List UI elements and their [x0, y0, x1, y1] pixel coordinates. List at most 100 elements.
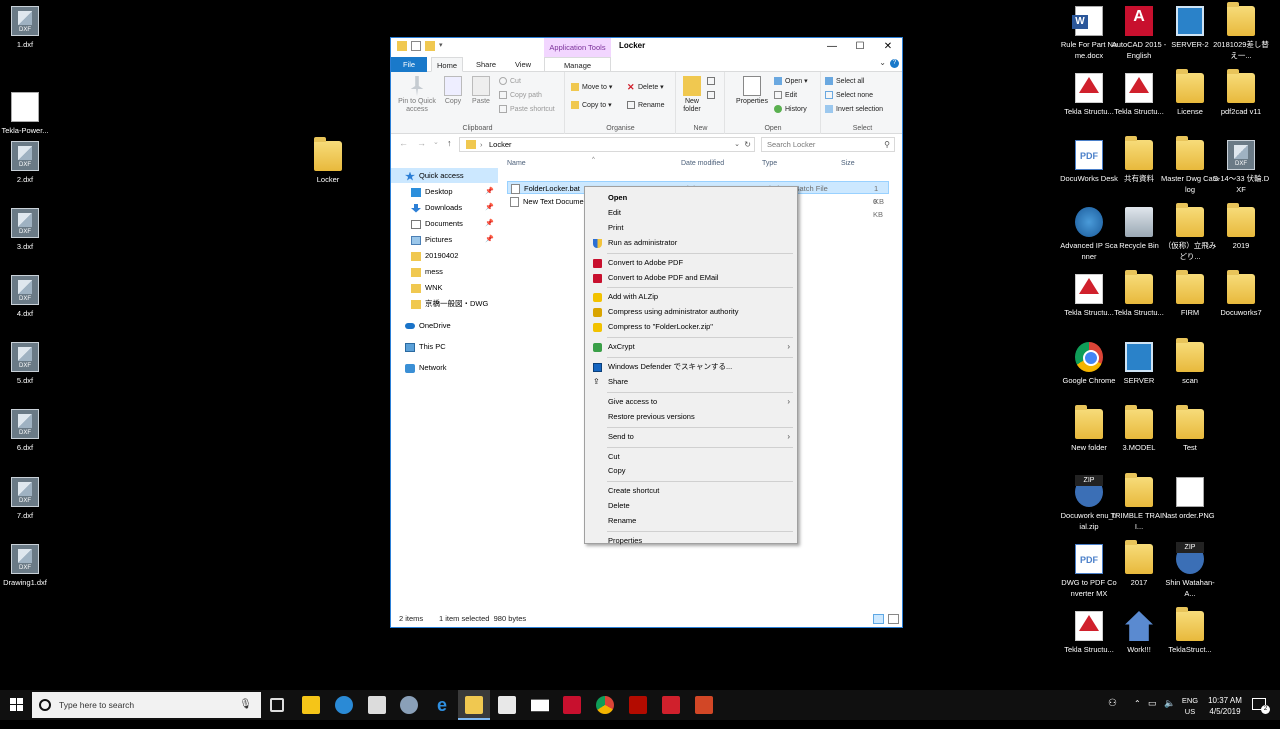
desktop-icon-trimble-traini[interactable]: TRIMBLE TRAINI...	[1110, 473, 1168, 532]
properties-button[interactable]: Properties	[734, 76, 770, 106]
sticky-notes-icon[interactable]	[302, 696, 320, 714]
select-none-button[interactable]: Select none	[825, 90, 873, 102]
desktop-icon-2017[interactable]: 2017	[1110, 540, 1168, 588]
move-to-button[interactable]: Move to ▾	[571, 82, 612, 94]
desktop-icon-recycle-bin[interactable]: Recycle Bin	[1110, 207, 1168, 251]
nav-item-documents[interactable]: Documents 📌	[391, 216, 498, 231]
task-view-icon[interactable]	[270, 698, 284, 712]
mail-icon[interactable]	[531, 699, 549, 712]
forward-arrow-icon[interactable]: →	[417, 138, 426, 148]
menu-item-compress-using-administrator-authority[interactable]: Compress using administrator authority	[587, 305, 795, 319]
tab-manage[interactable]: Manage	[544, 57, 611, 72]
up-arrow-icon[interactable]: ↑	[447, 138, 452, 148]
people-icon[interactable]: ⚇	[1108, 698, 1117, 728]
desktop-icon-pdf2cad-v11[interactable]: pdf2cad v11	[1212, 69, 1270, 117]
network-icon[interactable]: ▭	[1148, 698, 1157, 728]
help-icon[interactable]: ?	[890, 59, 899, 68]
pin-icon[interactable]: 📌	[485, 184, 494, 199]
edit-button[interactable]: Edit	[774, 90, 797, 102]
desktop-icon-3-model[interactable]: 3.MODEL	[1110, 405, 1168, 453]
menu-item-convert-to-adobe-pdf[interactable]: Convert to Adobe PDF	[587, 256, 795, 270]
desktop-icon-s-14-33-dxf[interactable]: S-14～33 伏輪.DXF	[1212, 140, 1270, 195]
tab-share[interactable]: Share	[471, 57, 501, 72]
customize-toolbar-icon[interactable]: ▾	[439, 41, 449, 51]
powerpoint-icon[interactable]	[695, 696, 713, 714]
menu-item-send-to[interactable]: Send to ›	[587, 430, 795, 444]
nav-item-pictures[interactable]: Pictures 📌	[391, 232, 498, 247]
desktop-icon-autocad-2015-english[interactable]: AutoCAD 2015 - English	[1110, 6, 1168, 61]
nav-item-quick-access[interactable]: Quick access	[391, 168, 498, 183]
menu-item-print[interactable]: Print	[587, 221, 795, 235]
desktop-icon-item[interactable]: 共有資料	[1110, 136, 1168, 184]
store-icon[interactable]	[498, 696, 516, 714]
nav-item-desktop[interactable]: Desktop 📌	[391, 184, 498, 199]
pin-icon[interactable]: 📌	[485, 232, 494, 247]
file-explorer-icon[interactable]	[465, 696, 483, 714]
desktop-icon-test[interactable]: Test	[1161, 405, 1219, 453]
rename-button[interactable]: Rename	[627, 100, 664, 112]
breadcrumb-locker[interactable]: Locker	[489, 140, 512, 149]
desktop-icon-license[interactable]: License	[1161, 69, 1219, 117]
copy-path-button[interactable]: Copy path	[499, 90, 542, 102]
desktop-icon-work[interactable]: Work!!!	[1110, 611, 1168, 655]
desktop-icon-1-dxf[interactable]: 1.dxf	[0, 6, 54, 50]
nav-item-onedrive[interactable]: OneDrive	[391, 318, 498, 333]
desktop-icon-3-dxf[interactable]: 3.dxf	[0, 208, 54, 252]
edge-icon[interactable]: e	[433, 696, 451, 714]
desktop-icon-server[interactable]: SERVER	[1110, 342, 1168, 386]
chevron-up-icon[interactable]: ⌃	[1134, 699, 1141, 729]
menu-item-windows-defender[interactable]: Windows Defender でスキャンする...	[587, 360, 795, 374]
acrobat-icon[interactable]	[629, 696, 647, 714]
desktop-icon-item[interactable]: （仮称）立飛みどり...	[1161, 203, 1219, 262]
history-button[interactable]: History	[774, 104, 807, 116]
teamviewer-icon[interactable]	[335, 696, 353, 714]
easy-access-icon[interactable]	[707, 90, 718, 102]
desktop-icon-tekla-power[interactable]: Tekla-Power...	[0, 92, 54, 136]
nav-item-wnk[interactable]: WNK	[391, 280, 498, 295]
column-header-name[interactable]: Name ^	[507, 157, 595, 167]
column-header-size[interactable]: Size	[841, 160, 855, 167]
desktop-icon-tekla-structu[interactable]: Tekla Structu...	[1110, 270, 1168, 318]
refresh-icon[interactable]: ↻	[744, 138, 751, 151]
menu-item-cut[interactable]: Cut	[587, 450, 795, 464]
windows-start-icon[interactable]	[10, 698, 24, 712]
nav-item-mess[interactable]: mess	[391, 264, 498, 279]
tab-home[interactable]: Home	[431, 57, 463, 72]
desktop-icon-5-dxf[interactable]: 5.dxf	[0, 342, 54, 386]
menu-item-create-shortcut[interactable]: Create shortcut	[587, 484, 795, 498]
menu-item-copy[interactable]: Copy	[587, 464, 795, 478]
nav-item-dwg[interactable]: 京橋一般図・DWG	[391, 296, 498, 311]
recent-locations-icon[interactable]: ⌄	[433, 138, 439, 146]
new-folder-button[interactable]: New folder	[679, 76, 705, 114]
invert-selection-button[interactable]: Invert selection	[825, 104, 883, 116]
tab-file[interactable]: File	[391, 57, 427, 72]
menu-item-give-access-to[interactable]: Give access to ›	[587, 395, 795, 409]
desktop-icon-teklastruct[interactable]: TeklaStruct...	[1161, 607, 1219, 655]
menu-item-properties[interactable]: Properties	[587, 534, 795, 548]
action-center-icon[interactable]: 2	[1252, 698, 1270, 714]
nav-item-downloads[interactable]: Downloads 📌	[391, 200, 498, 215]
nav-item-network[interactable]: Network	[391, 360, 498, 375]
details-view-icon[interactable]	[873, 614, 884, 624]
menu-item-rename[interactable]: Rename	[587, 514, 795, 528]
new-folder-icon[interactable]	[425, 41, 435, 51]
menu-item-convert-to-adobe-pdf-and-email[interactable]: Convert to Adobe PDF and EMail	[587, 271, 795, 285]
desktop-icon-shin-watahan-a[interactable]: Shin Watahan-A...	[1161, 542, 1219, 599]
pin-icon[interactable]: 📌	[485, 200, 494, 215]
select-all-button[interactable]: Select all	[825, 76, 864, 88]
menu-item-add-with-alzip[interactable]: Add with ALZip	[587, 290, 795, 304]
back-arrow-icon[interactable]: ←	[399, 138, 408, 148]
chevron-down-icon[interactable]: ⌄	[879, 58, 886, 67]
desktop-icon-locker[interactable]: Locker	[299, 137, 357, 185]
delete-button[interactable]: ✕ Delete ▾	[627, 82, 664, 94]
minimize-button[interactable]: —	[818, 38, 846, 56]
desktop-icon-master-dwg-catalog[interactable]: Master Dwg Catalog	[1161, 136, 1219, 195]
properties-icon[interactable]	[411, 41, 421, 51]
copy-button[interactable]: Copy	[441, 76, 465, 106]
chrome-icon[interactable]	[596, 696, 614, 714]
desktop-icon-6-dxf[interactable]: 6.dxf	[0, 409, 54, 453]
menu-item-restore-previous-versions[interactable]: Restore previous versions	[587, 410, 795, 424]
menu-item-axcrypt[interactable]: AxCrypt ›	[587, 340, 795, 354]
taskbar-search-box[interactable]: Type here to search 🎙	[32, 692, 261, 718]
paste-shortcut-button[interactable]: Paste shortcut	[499, 104, 555, 116]
